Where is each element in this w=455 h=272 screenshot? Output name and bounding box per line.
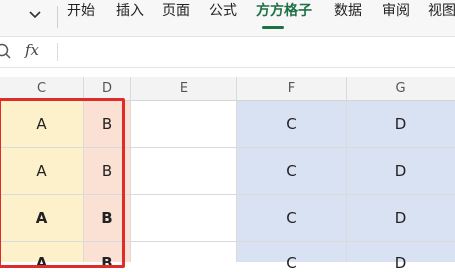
formula-bar-separator bbox=[57, 43, 58, 61]
column-header-f[interactable]: F bbox=[237, 78, 346, 100]
tab-view[interactable]: 视图 bbox=[428, 0, 455, 26]
grid-line bbox=[130, 77, 131, 262]
cell-g3[interactable]: D bbox=[346, 209, 455, 227]
cell-f3[interactable]: C bbox=[237, 209, 346, 227]
search-icon[interactable] bbox=[0, 42, 14, 62]
column-header-g[interactable]: G bbox=[346, 78, 455, 100]
tab-formulas[interactable]: 公式 bbox=[209, 0, 237, 26]
cell-f1[interactable]: C bbox=[237, 115, 346, 133]
formula-bar: fx bbox=[0, 37, 455, 68]
cell-g1[interactable]: D bbox=[346, 115, 455, 133]
tab-insert[interactable]: 插入 bbox=[116, 0, 144, 26]
column-header-c[interactable]: C bbox=[0, 78, 83, 100]
tab-home[interactable]: 开始 bbox=[67, 0, 95, 26]
cell-f4[interactable]: C bbox=[237, 254, 346, 272]
tab-page[interactable]: 页面 bbox=[162, 0, 190, 26]
cell-g2[interactable]: D bbox=[346, 162, 455, 180]
cell-g4[interactable]: D bbox=[346, 254, 455, 272]
column-header-e[interactable]: E bbox=[131, 78, 237, 100]
cell-f2[interactable]: C bbox=[237, 162, 346, 180]
selection-highlight-box bbox=[0, 98, 125, 268]
tab-review[interactable]: 审阅 bbox=[382, 0, 410, 26]
tab-data[interactable]: 数据 bbox=[334, 0, 362, 26]
tab-fangfang-gezi[interactable]: 方方格子 bbox=[256, 0, 312, 26]
ribbon-separator bbox=[57, 6, 58, 28]
column-header-d[interactable]: D bbox=[84, 78, 130, 100]
fx-icon[interactable]: fx bbox=[25, 41, 39, 59]
chevron-down-icon[interactable] bbox=[24, 4, 46, 26]
ribbon-tab-bar: 开始 插入 页面 公式 方方格子 数据 审阅 视图 bbox=[0, 0, 455, 37]
active-tab-indicator bbox=[262, 26, 284, 29]
